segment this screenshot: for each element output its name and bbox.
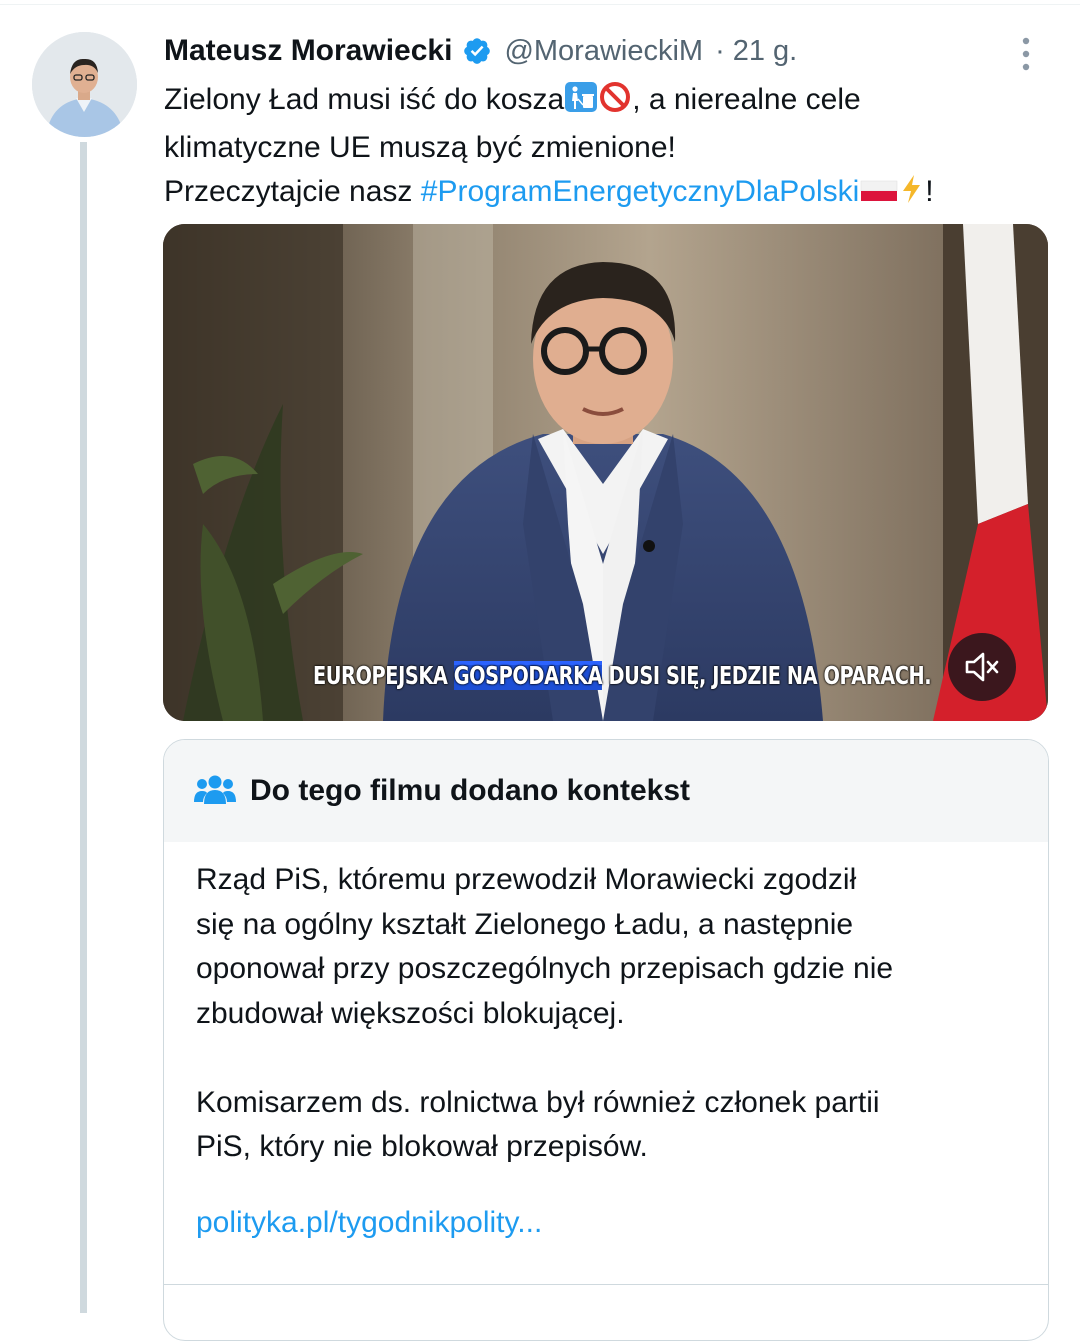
- note-line: Rząd PiS, któremu przewodził Morawiecki …: [196, 863, 857, 896]
- note-line: się na ogólny kształt Zielonego Ładu, a …: [196, 907, 854, 941]
- note-line: PiS, który nie blokował przepisów.: [196, 1130, 648, 1163]
- community-note-body: Rząd PiS, któremu przewodził Morawiecki …: [196, 858, 1026, 1170]
- note-line: zbudował większości blokującej.: [196, 996, 625, 1030]
- avatar[interactable]: [32, 32, 137, 137]
- lightning-emoji-icon: [899, 173, 925, 218]
- tweet-text-line-3: Przeczytajcie nasz #ProgramEnergetycznyD…: [164, 170, 1064, 218]
- video-subtitle: EUROPEJSKA GOSPODARKA DUSI SIĘ, JEDZIE N…: [313, 661, 932, 690]
- mute-button[interactable]: [948, 633, 1016, 701]
- separator-dot: ·: [715, 34, 725, 67]
- tweet-text: Zielony Ład musi iść do kosza, a niereal…: [164, 78, 1064, 218]
- note-line: oponował przy poszczególnych przepisach …: [196, 952, 894, 985]
- community-note-title: Do tego filmu dodano kontekst: [250, 774, 690, 807]
- poland-flag-emoji-icon: [859, 174, 899, 218]
- hashtag-link[interactable]: #ProgramEnergetycznyDlaPolski: [421, 175, 860, 208]
- people-icon: [194, 772, 236, 811]
- tweet-text-line-1: Zielony Ład musi iść do kosza, a niereal…: [164, 78, 1064, 126]
- tweet-header: Mateusz Morawiecki @MorawieckiM · 21 g.: [164, 28, 797, 74]
- author-name[interactable]: Mateusz Morawiecki: [164, 34, 452, 68]
- no-entry-emoji-icon: [598, 81, 632, 126]
- video-player[interactable]: EUROPEJSKA GOSPODARKA DUSI SIĘ, JEDZIE N…: [163, 224, 1048, 721]
- muted-speaker-icon: [965, 652, 999, 682]
- top-divider: [0, 4, 1080, 5]
- thread-line: [80, 142, 87, 1313]
- timestamp[interactable]: 21 g.: [733, 35, 798, 68]
- note-line: Komisarzem ds. rolnictwa był również czł…: [196, 1085, 880, 1119]
- tweet-text-line-2: klimatyczne UE muszą być zmienione!: [164, 131, 676, 164]
- note-source-link[interactable]: polityka.pl/tygodnikpolity...: [196, 1206, 542, 1240]
- note-divider: [164, 1284, 1048, 1285]
- avatar-image: [32, 32, 137, 137]
- author-handle[interactable]: @MorawieckiM: [504, 35, 703, 68]
- verified-badge-icon[interactable]: [462, 36, 492, 66]
- more-options-icon[interactable]: [1014, 36, 1038, 72]
- trash-emoji-icon: [564, 81, 598, 126]
- community-note-header[interactable]: Do tego filmu dodano kontekst: [164, 740, 1048, 842]
- subtitle-highlight: GOSPODARKA: [453, 661, 603, 690]
- video-frame: [163, 224, 1048, 721]
- community-note: Do tego filmu dodano kontekst Rząd PiS, …: [163, 739, 1049, 1341]
